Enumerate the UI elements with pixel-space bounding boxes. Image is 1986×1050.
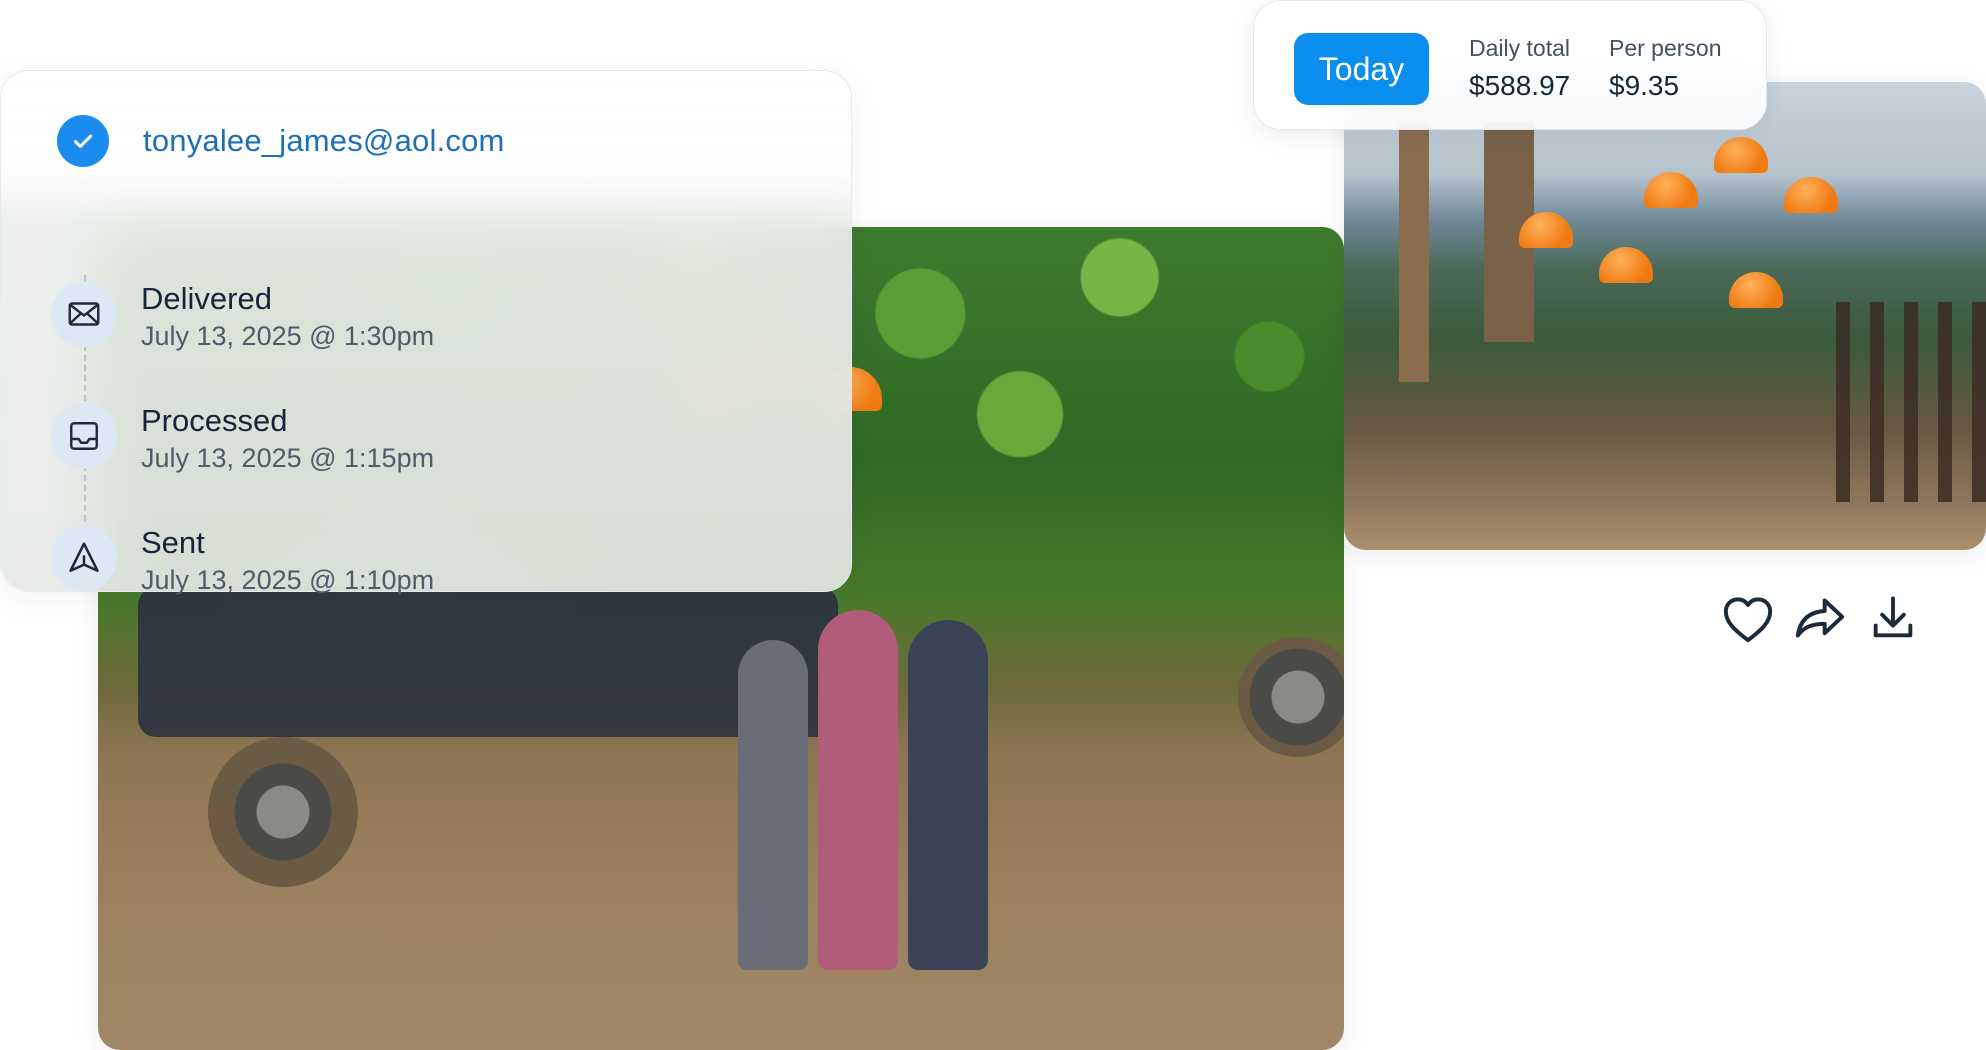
photo-post bbox=[1399, 122, 1429, 382]
daily-total-value: $588.97 bbox=[1469, 70, 1571, 101]
today-button[interactable]: Today bbox=[1294, 33, 1429, 105]
check-icon bbox=[57, 115, 109, 167]
timeline-item-delivered: Delivered July 13, 2025 @ 1:30pm bbox=[51, 281, 751, 371]
timeline-status: Sent bbox=[141, 525, 205, 560]
send-icon bbox=[51, 525, 117, 591]
download-icon[interactable] bbox=[1865, 590, 1921, 646]
daily-total-label: Daily total bbox=[1469, 35, 1570, 61]
photo-wheel bbox=[208, 737, 358, 887]
photo-person bbox=[908, 620, 988, 970]
photo-actions bbox=[1720, 580, 1950, 650]
email-status-card: tonyalee_james@aol.com Delivered July 13… bbox=[0, 70, 852, 595]
per-person-value: $9.35 bbox=[1609, 70, 1680, 101]
timeline-item-processed: Processed July 13, 2025 @ 1:15pm bbox=[51, 403, 751, 493]
timeline-time: July 13, 2025 @ 1:10pm bbox=[141, 565, 435, 595]
inbox-icon bbox=[51, 403, 117, 469]
photo-person bbox=[738, 640, 808, 970]
daily-total-metric: Daily total $588.97 bbox=[1469, 35, 1570, 102]
timeline-time: July 13, 2025 @ 1:30pm bbox=[141, 321, 435, 351]
share-icon[interactable] bbox=[1792, 590, 1848, 646]
photo-person bbox=[818, 610, 898, 970]
timeline-status: Delivered bbox=[141, 281, 272, 316]
per-person-metric: Per person $9.35 bbox=[1609, 35, 1722, 102]
timeline-status: Processed bbox=[141, 403, 288, 438]
cost-summary-card: Today Daily total $588.97 Per person $9.… bbox=[1253, 0, 1767, 130]
timeline-item-sent: Sent July 13, 2025 @ 1:10pm bbox=[51, 525, 751, 615]
photo-railing bbox=[1836, 302, 1986, 502]
envelope-icon bbox=[51, 281, 117, 347]
per-person-label: Per person bbox=[1609, 35, 1722, 61]
recipient-email[interactable]: tonyalee_james@aol.com bbox=[143, 123, 505, 159]
group-photo-zipline bbox=[1344, 82, 1986, 550]
heart-icon[interactable] bbox=[1720, 590, 1776, 646]
email-recipient-row: tonyalee_james@aol.com bbox=[57, 115, 505, 167]
timeline-time: July 13, 2025 @ 1:15pm bbox=[141, 443, 435, 473]
